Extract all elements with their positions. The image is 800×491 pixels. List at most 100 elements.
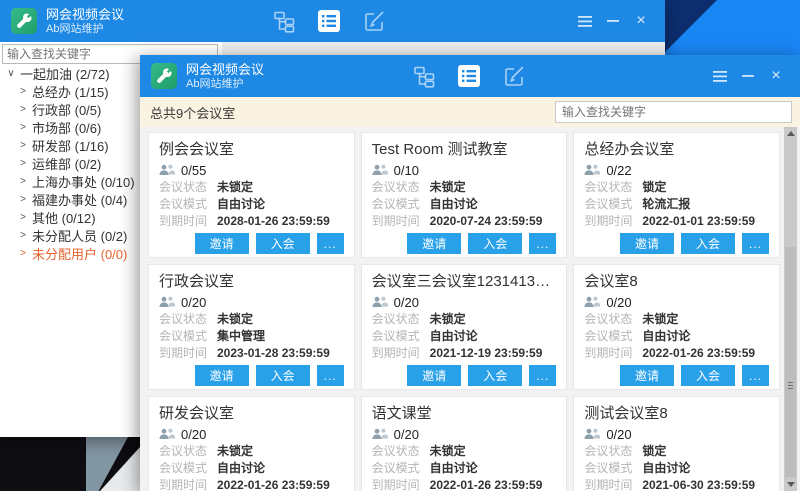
close-icon[interactable]: × — [768, 68, 784, 84]
participants-icon — [159, 428, 175, 440]
mode-value: 自由讨论 — [217, 460, 265, 477]
tree-node-label: 运维部 (0/2) — [32, 154, 101, 173]
minimize-icon[interactable] — [605, 13, 621, 29]
scrollbar-thumb[interactable] — [785, 247, 796, 477]
menu-icon[interactable] — [577, 13, 593, 29]
org-chart-icon[interactable] — [412, 64, 436, 88]
status-value: 未锁定 — [430, 443, 466, 460]
minimize-icon[interactable] — [740, 68, 756, 84]
meeting-rooms-window: 网会视频会议 Ab网站维护 — [140, 55, 800, 491]
meeting-room-grid: 例会会议室 0/55 会议状态 未锁定 — [148, 132, 780, 491]
mode-value: 自由讨论 — [430, 328, 478, 345]
meeting-room-card: 行政会议室 0/20 会议状态 未锁定 — [148, 264, 355, 390]
tree-node[interactable]: > 福建办事处 (0/4) — [0, 190, 140, 208]
tree-expander-icon[interactable]: ∨ — [5, 68, 17, 79]
expire-label: 到期时间 — [372, 345, 430, 362]
tree-node[interactable]: > 上海办事处 (0/10) — [0, 172, 140, 190]
tree-node[interactable]: ∨ 一起加油 (2/72) — [0, 64, 140, 82]
tree-node-label: 未分配用户 (0/0) — [32, 244, 127, 263]
tree-expander-icon[interactable]: > — [17, 86, 29, 97]
tree-node[interactable]: > 未分配人员 (0/2) — [0, 226, 140, 244]
more-button[interactable]: ... — [317, 365, 344, 386]
room-title: 语文课堂 — [372, 403, 557, 424]
status-label: 会议状态 — [372, 443, 430, 460]
scroll-down-icon[interactable] — [784, 478, 797, 491]
tree-node[interactable]: > 运维部 (0/2) — [0, 154, 140, 172]
menu-icon[interactable] — [712, 68, 728, 84]
tree-node-label: 其他 (0/12) — [32, 208, 96, 227]
room-title: 总经办会议室 — [584, 139, 769, 160]
compose-icon[interactable] — [362, 9, 386, 33]
meeting-list-icon[interactable] — [457, 64, 481, 88]
org-chart-icon[interactable] — [272, 9, 296, 33]
invite-button[interactable]: 邀请 — [407, 365, 461, 386]
status-value: 未锁定 — [217, 179, 253, 196]
close-icon[interactable]: × — [633, 13, 649, 29]
invite-button[interactable]: 邀请 — [195, 365, 249, 386]
tree-node[interactable]: > 其他 (0/12) — [0, 208, 140, 226]
tree-expander-icon[interactable]: > — [17, 212, 29, 223]
join-button[interactable]: 入会 — [468, 233, 522, 254]
tree-node[interactable]: > 市场部 (0/6) — [0, 118, 140, 136]
expire-value: 2022-01-26 23:59:59 — [642, 345, 755, 362]
tree-expander-icon[interactable]: > — [17, 104, 29, 115]
invite-button[interactable]: 邀请 — [195, 233, 249, 254]
tree-node[interactable]: > 行政部 (0/5) — [0, 100, 140, 118]
invite-button[interactable]: 邀请 — [620, 233, 674, 254]
expire-value: 2022-01-26 23:59:59 — [217, 477, 330, 491]
status-label: 会议状态 — [159, 311, 217, 328]
expire-label: 到期时间 — [159, 477, 217, 491]
join-button[interactable]: 入会 — [256, 233, 310, 254]
participants-icon — [372, 296, 388, 308]
tree-expander-icon[interactable]: > — [17, 140, 29, 151]
tree-expander-icon[interactable]: > — [17, 248, 29, 259]
more-button[interactable]: ... — [742, 365, 769, 386]
tree-expander-icon[interactable]: > — [17, 194, 29, 205]
more-button[interactable]: ... — [529, 365, 556, 386]
join-button[interactable]: 入会 — [468, 365, 522, 386]
expire-value: 2023-01-28 23:59:59 — [217, 345, 330, 362]
mode-label: 会议模式 — [584, 196, 642, 213]
meeting-list-icon[interactable] — [317, 9, 341, 33]
join-button[interactable]: 入会 — [256, 365, 310, 386]
tree-node[interactable]: > 研发部 (1/16) — [0, 136, 140, 154]
tree-expander-icon[interactable]: > — [17, 122, 29, 133]
join-button[interactable]: 入会 — [681, 365, 735, 386]
participant-count: 0/55 — [181, 163, 206, 178]
participant-count: 0/20 — [394, 427, 419, 442]
join-button[interactable]: 入会 — [681, 233, 735, 254]
meeting-room-card: 测试会议室8 0/20 会议状态 锁定 — [573, 396, 780, 491]
mode-label: 会议模式 — [372, 328, 430, 345]
meeting-room-card: 语文课堂 0/20 会议状态 未锁定 — [361, 396, 568, 491]
wallpaper-navy-shape — [661, 0, 717, 56]
invite-button[interactable]: 邀请 — [620, 365, 674, 386]
tree-node[interactable]: > 未分配用户 (0/0) — [0, 244, 140, 262]
room-count-summary: 总共9个会议室 — [150, 103, 235, 122]
more-button[interactable]: ... — [742, 233, 769, 254]
mode-label: 会议模式 — [159, 196, 217, 213]
meeting-room-card: 会议室三会议室123141324141三会... 0/20 会议状态 未锁定 — [361, 264, 568, 390]
tree-node-label: 市场部 (0/6) — [32, 118, 101, 137]
expire-label: 到期时间 — [584, 345, 642, 362]
room-search-input[interactable] — [555, 101, 792, 123]
mode-value: 集中管理 — [217, 328, 265, 345]
invite-button[interactable]: 邀请 — [407, 233, 461, 254]
more-button[interactable]: ... — [317, 233, 344, 254]
participants-icon — [584, 428, 600, 440]
participants-icon — [159, 164, 175, 176]
back-window-titlebar: 网会视频会议 Ab网站维护 — [0, 0, 665, 42]
scroll-up-icon[interactable] — [784, 127, 797, 140]
compose-icon[interactable] — [502, 64, 526, 88]
mode-value: 自由讨论 — [642, 460, 690, 477]
participant-count: 0/20 — [181, 427, 206, 442]
more-button[interactable]: ... — [529, 233, 556, 254]
tree-expander-icon[interactable]: > — [17, 158, 29, 169]
participants-icon — [372, 428, 388, 440]
tree-expander-icon[interactable]: > — [17, 176, 29, 187]
app-logo — [11, 8, 37, 34]
room-title: 例会会议室 — [159, 139, 344, 160]
expire-label: 到期时间 — [584, 213, 642, 230]
tree-node[interactable]: > 总经办 (1/15) — [0, 82, 140, 100]
vertical-scrollbar[interactable] — [784, 127, 797, 491]
tree-expander-icon[interactable]: > — [17, 230, 29, 241]
